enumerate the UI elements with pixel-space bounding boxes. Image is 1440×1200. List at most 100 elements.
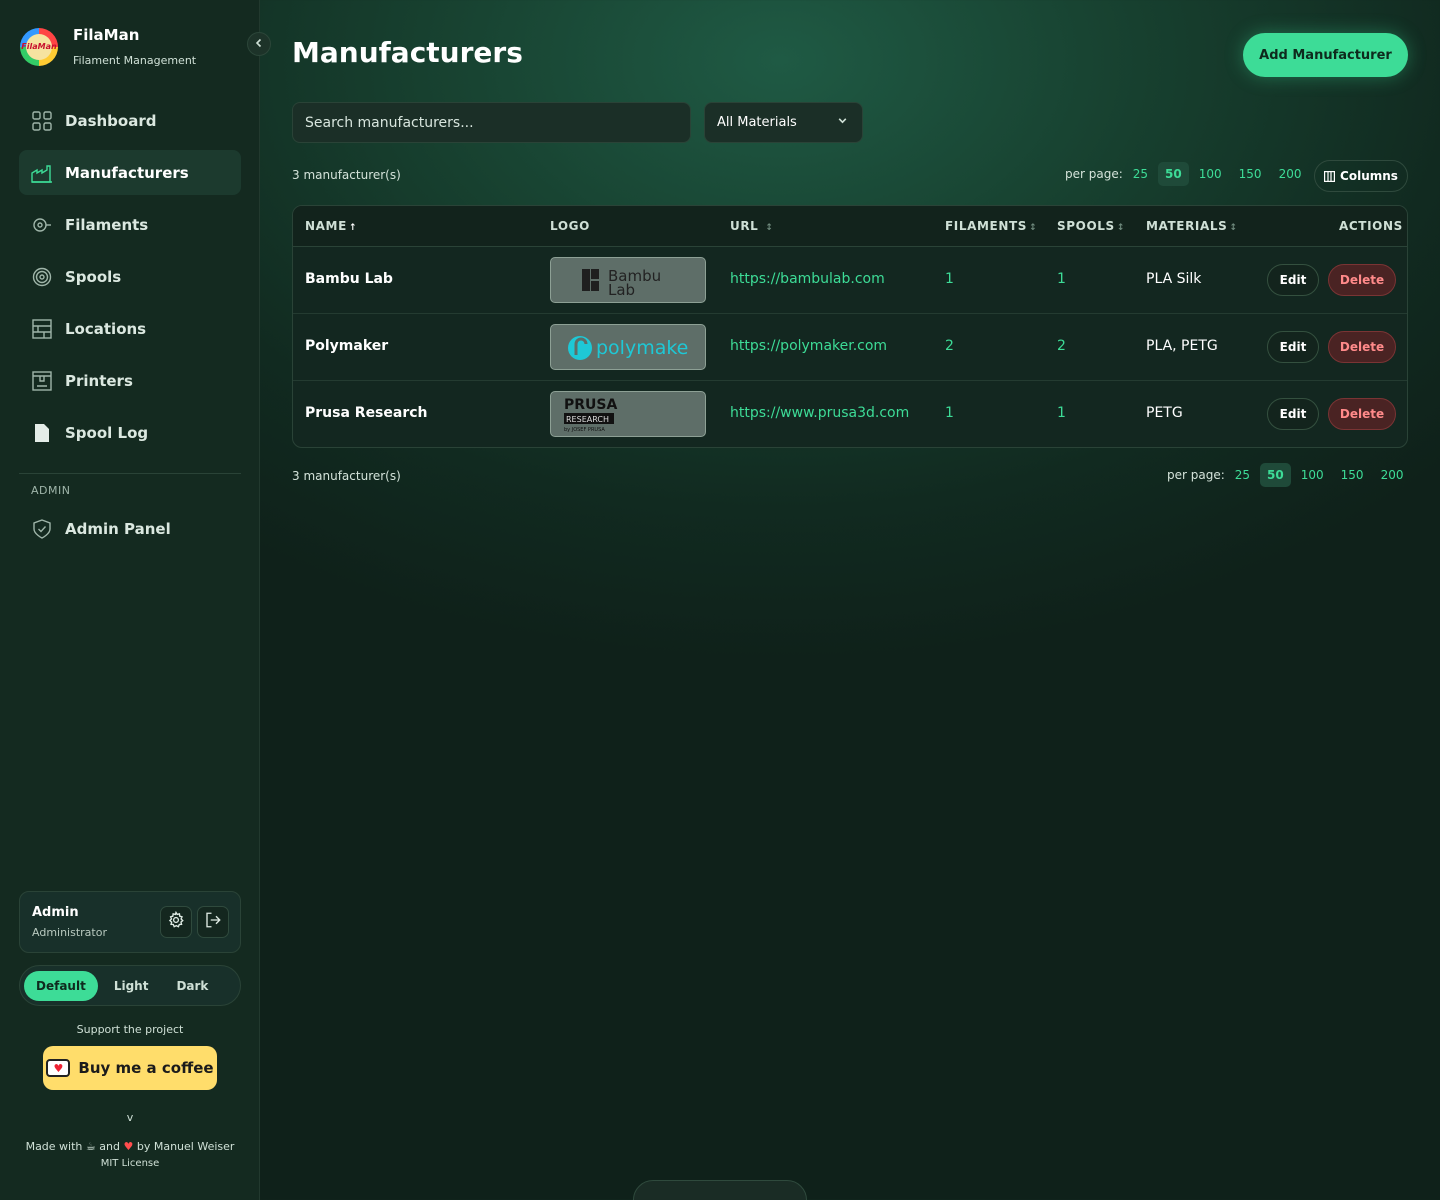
logout-button[interactable]	[197, 906, 229, 938]
theme-dark-option[interactable]: Dark	[164, 971, 220, 1001]
per-page-option[interactable]: 100	[1294, 463, 1331, 487]
collapse-sidebar-button[interactable]	[247, 32, 271, 56]
per-page-option[interactable]: 200	[1272, 162, 1309, 186]
author-link[interactable]: by Manuel Weiser	[137, 1140, 235, 1153]
sidebar-item-label: Dashboard	[65, 111, 157, 130]
edit-button[interactable]: Edit	[1267, 331, 1319, 363]
result-count-bottom: 3 manufacturer(s)	[292, 469, 401, 483]
support-text: Support the project	[76, 1023, 184, 1036]
manufacturer-url-link[interactable]: https://www.prusa3d.com	[730, 405, 909, 421]
sidebar-item-admin-panel[interactable]: Admin Panel	[19, 506, 241, 551]
admin-section-label: ADMIN	[31, 484, 71, 497]
manufacturer-name: Prusa Research	[305, 405, 428, 421]
logo-text: FilaMan	[21, 33, 57, 60]
dev-toolbar[interactable]	[633, 1180, 807, 1200]
sidebar-item-label: Admin Panel	[65, 519, 171, 538]
delete-button[interactable]: Delete	[1328, 398, 1396, 430]
materials: PLA Silk	[1146, 271, 1202, 287]
sidebar-item-label: Spools	[65, 267, 122, 286]
per-page-option[interactable]: 150	[1334, 463, 1371, 487]
spool-count[interactable]: 1	[1057, 405, 1066, 421]
sort-icon: ↕	[765, 223, 774, 233]
sidebar-item-filaments[interactable]: Filaments	[19, 202, 241, 247]
per-page-option[interactable]: 150	[1232, 162, 1269, 186]
header-label: ACTIONS	[1339, 219, 1403, 233]
per-page-option[interactable]: 50	[1158, 162, 1189, 186]
chevron-left-icon	[254, 37, 264, 51]
sidebar-item-label: Filaments	[65, 215, 149, 234]
column-header-materials[interactable]: MATERIALS ↕	[1146, 219, 1238, 233]
material-filter-select[interactable]: All Materials	[704, 102, 863, 143]
sidebar-item-spools[interactable]: Spools	[19, 254, 241, 299]
spool-count[interactable]: 2	[1057, 338, 1066, 354]
coffee-label: Buy me a coffee	[78, 1059, 214, 1077]
sidebar-item-dashboard[interactable]: Dashboard	[19, 98, 241, 143]
header-label: URL	[730, 219, 759, 233]
sidebar-item-label: Printers	[65, 371, 133, 390]
spool-count[interactable]: 1	[1057, 271, 1066, 287]
manufacturer-url-link[interactable]: https://bambulab.com	[730, 271, 885, 287]
per-page-option[interactable]: 100	[1192, 162, 1229, 186]
column-header-spools[interactable]: SPOOLS ↕	[1057, 219, 1125, 233]
sidebar-item-printers[interactable]: Printers	[19, 358, 241, 403]
svg-text:by JOSEF PRUSA: by JOSEF PRUSA	[564, 427, 605, 433]
delete-button[interactable]: Delete	[1328, 264, 1396, 296]
column-header-filaments[interactable]: FILAMENTS ↕	[945, 219, 1037, 233]
columns-button[interactable]: Columns	[1314, 160, 1408, 192]
manufacturers-table: NAME ↑ LOGO URL ↕ FILAMENTS ↕ SPOOLS ↕ MATE…	[292, 205, 1408, 448]
shelf-icon	[31, 318, 53, 340]
sidebar-divider	[19, 473, 241, 474]
svg-text:Lab: Lab	[608, 281, 635, 297]
per-page-option[interactable]: 200	[1374, 463, 1411, 487]
sidebar-item-spool-log[interactable]: Spool Log	[19, 410, 241, 455]
sidebar-item-manufacturers[interactable]: Manufacturers	[19, 150, 241, 195]
filament-count[interactable]: 1	[945, 405, 954, 421]
header-label: LOGO	[550, 219, 590, 233]
theme-default-option[interactable]: Default	[24, 970, 98, 1001]
column-header-actions: ACTIONS	[1339, 219, 1403, 233]
header-label: FILAMENTS	[945, 219, 1028, 233]
edit-button[interactable]: Edit	[1267, 398, 1319, 430]
settings-button[interactable]	[160, 906, 192, 938]
column-header-url[interactable]: URL ↕	[730, 219, 773, 233]
table-row[interactable]: Bambu Lab Bambu Lab https://bambulab.com…	[293, 247, 1407, 314]
per-page-top: per page: 25 50 100 150 200	[1065, 162, 1308, 186]
column-header-name[interactable]: NAME ↑	[305, 219, 357, 233]
per-page-label: per page:	[1065, 167, 1123, 181]
delete-button[interactable]: Delete	[1328, 331, 1396, 363]
made-and: and	[99, 1140, 120, 1153]
made-prefix: Made with	[25, 1140, 83, 1153]
buy-me-a-coffee-button[interactable]: ♥ Buy me a coffee	[43, 1046, 217, 1090]
columns-label: Columns	[1340, 169, 1398, 183]
logout-icon	[204, 911, 222, 933]
filament-count[interactable]: 1	[945, 271, 954, 287]
per-page-option[interactable]: 25	[1126, 162, 1155, 186]
theme-light-option[interactable]: Light	[102, 971, 161, 1001]
page-title: Manufacturers	[292, 36, 523, 69]
sort-icon: ↕	[1116, 223, 1125, 233]
table-row[interactable]: Polymaker polymaker https://polymaker.co…	[293, 314, 1407, 381]
manufacturer-logo: Bambu Lab	[550, 257, 706, 303]
heart-icon: ♥	[123, 1140, 134, 1153]
brand[interactable]: FilaMan FilaMan Filament Management	[20, 26, 196, 67]
user-card: Admin Administrator	[19, 891, 241, 953]
sidebar-item-label: Spool Log	[65, 423, 149, 442]
per-page-bottom: per page: 25 50 100 150 200	[1167, 463, 1410, 487]
sidebar-item-locations[interactable]: Locations	[19, 306, 241, 351]
brand-title: FilaMan	[73, 26, 140, 44]
printer-icon	[31, 370, 53, 392]
manufacturer-url-link[interactable]: https://polymaker.com	[730, 338, 887, 354]
add-manufacturer-button[interactable]: Add Manufacturer	[1243, 33, 1408, 77]
per-page-option[interactable]: 25	[1228, 463, 1257, 487]
search-input[interactable]	[292, 102, 691, 143]
license-text[interactable]: MIT License	[0, 1158, 260, 1169]
manufacturer-name: Bambu Lab	[305, 271, 393, 287]
column-header-logo: LOGO	[550, 219, 590, 233]
filament-count[interactable]: 2	[945, 338, 954, 354]
per-page-label: per page:	[1167, 468, 1225, 482]
edit-button[interactable]: Edit	[1267, 264, 1319, 296]
header-label: SPOOLS	[1057, 219, 1115, 233]
bambu-lab-logo-icon: Bambu Lab	[582, 267, 661, 297]
per-page-option[interactable]: 50	[1260, 463, 1291, 487]
table-row[interactable]: Prusa Research PRUSA RESEARCH by JOSEF P…	[293, 381, 1407, 447]
